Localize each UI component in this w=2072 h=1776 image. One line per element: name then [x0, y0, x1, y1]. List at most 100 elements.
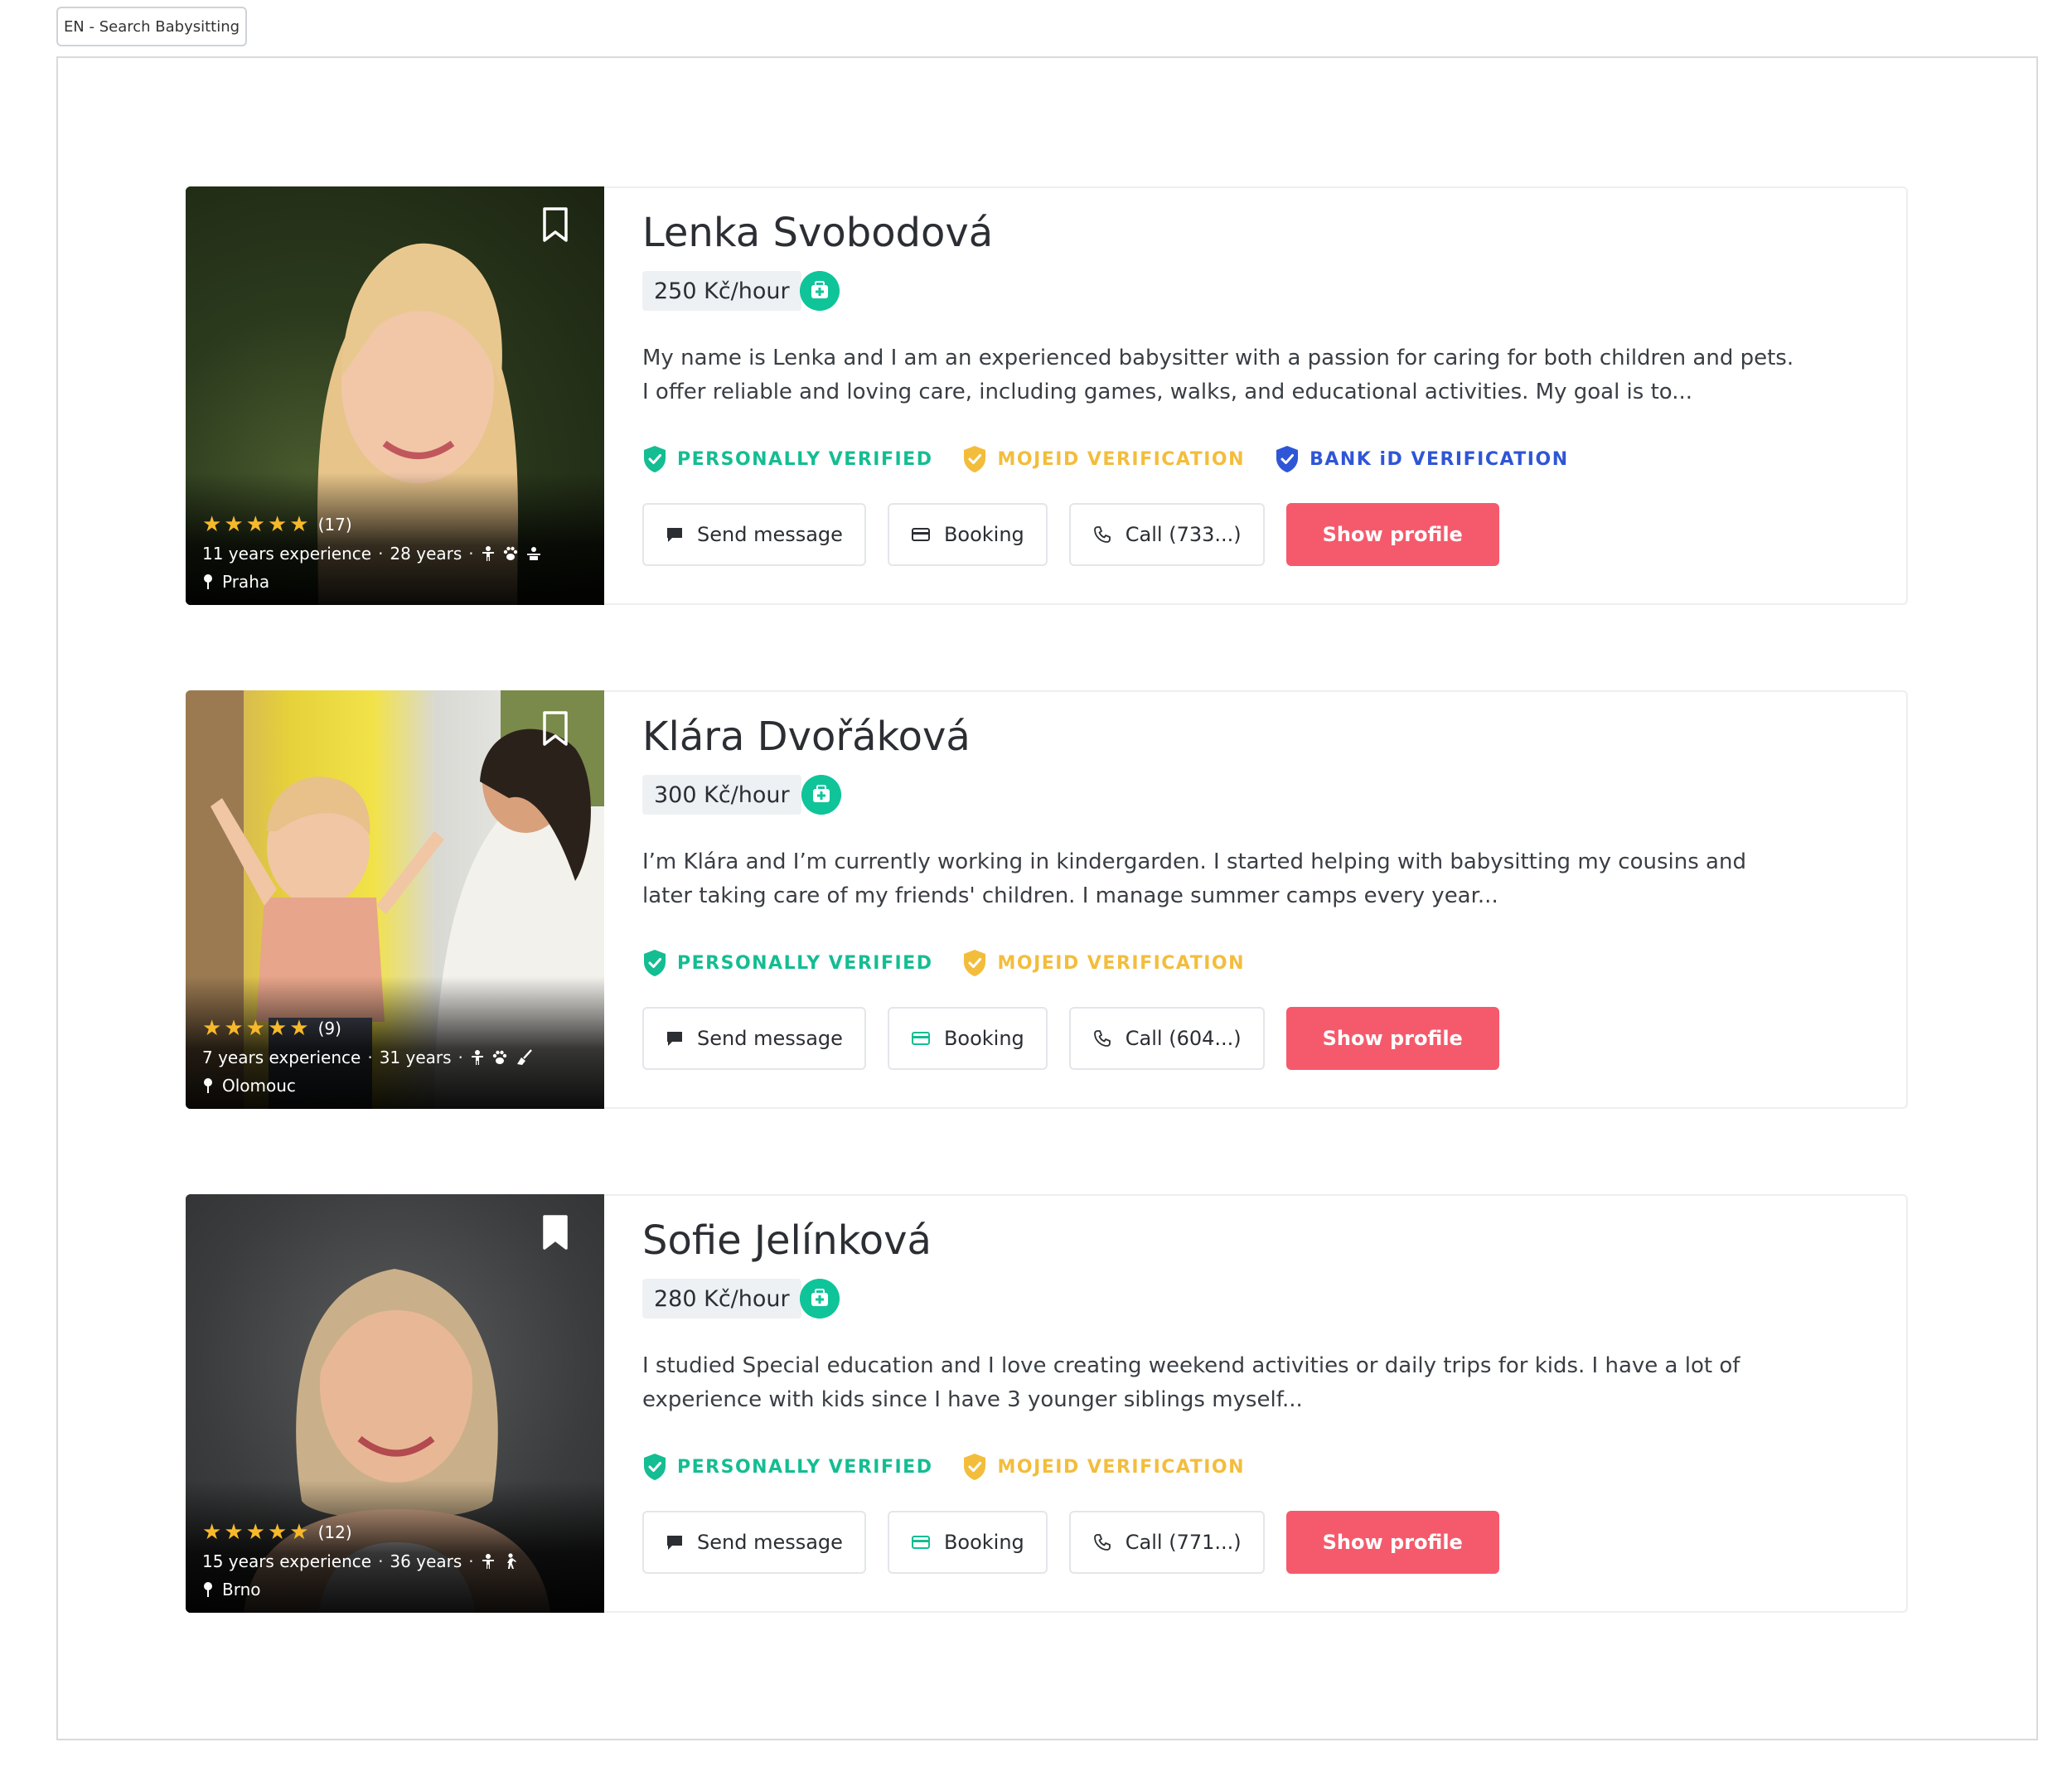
description: I studied Special education and I love c… [642, 1353, 1740, 1412]
star-icon: ★ [224, 1520, 244, 1545]
button-label: Send message [697, 523, 843, 546]
message-icon [667, 1536, 682, 1550]
price-tag: 250 Kč/hour [642, 271, 801, 311]
rating-count: (17) [317, 515, 352, 535]
call-button[interactable]: Call (771...) [1068, 1511, 1265, 1574]
card-icon [911, 1536, 930, 1549]
location-text: Brno [222, 1580, 261, 1599]
browser-tab[interactable]: EN - Search Babysitting [56, 7, 247, 46]
verification-badges: PERSONALLY VERIFIED MOJEID VERIFICATION [642, 1453, 1245, 1481]
location: Praha [202, 572, 269, 592]
child-icon [482, 1554, 494, 1569]
button-label: Send message [697, 1027, 843, 1050]
experience-row: 7 years experience · 31 years · [202, 1048, 533, 1067]
show-profile-button[interactable]: Show profile [1285, 1007, 1499, 1070]
description: My name is Lenka and I am an experienced… [642, 346, 1794, 404]
bookmark-icon[interactable] [541, 206, 569, 243]
bookmark-icon[interactable] [541, 710, 569, 747]
location: Brno [202, 1580, 261, 1599]
location-pin-icon [204, 574, 212, 589]
badge-bankid: BANK iD VERIFICATION [1275, 445, 1569, 473]
child-icon [482, 546, 494, 561]
first-aid-kit-icon [801, 775, 841, 815]
verification-badges: PERSONALLY VERIFIED MOJEID VERIFICATION … [642, 445, 1569, 473]
send-message-button[interactable]: Send message [642, 503, 866, 566]
babysitter-card: ★ ★ ★ ★ ★ (12) 15 years experience · 36 year… [186, 1194, 1908, 1613]
profile-photo[interactable]: ★ ★ ★ ★ ★ (17) 11 years experience · 28 year… [186, 186, 604, 605]
action-buttons: Send message Booking Call (733...) Show … [642, 503, 1499, 566]
experience-row: 11 years experience · 28 years · [202, 544, 542, 564]
babysitter-name[interactable]: Lenka Svobodová [642, 210, 993, 256]
action-buttons: Send message Booking Call (771...) Show … [642, 1511, 1499, 1574]
phone-icon [1093, 526, 1111, 543]
rating: ★ ★ ★ ★ ★ (12) [202, 1522, 352, 1543]
send-message-button[interactable]: Send message [642, 1511, 866, 1574]
badge-mojeid: MOJEID VERIFICATION [962, 1453, 1245, 1481]
button-label: Show profile [1322, 523, 1463, 546]
separator: · [457, 1048, 463, 1067]
babysitter-name[interactable]: Sofie Jelínková [642, 1217, 932, 1264]
bookmark-icon[interactable] [541, 1214, 569, 1251]
phone-icon [1093, 1534, 1111, 1551]
teacher-icon [526, 547, 540, 560]
badge-personally-verified: PERSONALLY VERIFIED [642, 949, 932, 977]
separator: · [367, 1048, 373, 1067]
cleaning-icon [516, 1049, 532, 1065]
star-icon: ★ [224, 512, 244, 537]
booking-button[interactable]: Booking [887, 1511, 1048, 1574]
walking-icon [506, 1553, 516, 1569]
rating: ★ ★ ★ ★ ★ (9) [202, 1018, 341, 1039]
experience-row: 15 years experience · 36 years · [202, 1551, 519, 1571]
badge-label: BANK iD VERIFICATION [1310, 448, 1569, 470]
separator: · [378, 1551, 384, 1571]
babysitter-name[interactable]: Klára Dvořáková [642, 714, 971, 760]
button-label: Booking [943, 1027, 1024, 1050]
shield-check-icon [964, 950, 986, 976]
profile-photo[interactable]: ★ ★ ★ ★ ★ (12) 15 years experience · 36 year… [186, 1194, 604, 1613]
star-icon: ★ [289, 1016, 309, 1041]
badge-personally-verified: PERSONALLY VERIFIED [642, 445, 932, 473]
badge-mojeid: MOJEID VERIFICATION [962, 949, 1245, 977]
button-label: Call (604...) [1125, 1027, 1242, 1050]
badge-label: MOJEID VERIFICATION [997, 952, 1246, 974]
star-icon: ★ [245, 1016, 265, 1041]
booking-button[interactable]: Booking [887, 503, 1048, 566]
badge-label: PERSONALLY VERIFIED [677, 952, 933, 974]
paw-icon [492, 1050, 507, 1064]
badge-label: MOJEID VERIFICATION [997, 1456, 1246, 1478]
call-button[interactable]: Call (604...) [1068, 1007, 1265, 1070]
separator: · [468, 544, 474, 564]
send-message-button[interactable]: Send message [642, 1007, 866, 1070]
child-icon [471, 1050, 483, 1065]
button-label: Show profile [1322, 1531, 1463, 1554]
button-label: Call (733...) [1125, 523, 1242, 546]
shield-check-icon [964, 446, 986, 472]
show-profile-button[interactable]: Show profile [1285, 1511, 1499, 1574]
booking-button[interactable]: Booking [887, 1007, 1048, 1070]
star-icon: ★ [202, 1016, 222, 1041]
location: Olomouc [202, 1076, 296, 1096]
action-buttons: Send message Booking Call (604...) Show … [642, 1007, 1499, 1070]
price-tag: 300 Kč/hour [642, 775, 801, 815]
star-icon: ★ [267, 512, 288, 537]
separator: · [378, 544, 384, 564]
shield-check-icon [644, 1454, 666, 1480]
message-icon [667, 1032, 682, 1046]
profile-photo[interactable]: ★ ★ ★ ★ ★ (9) 7 years experience · 31 years … [186, 690, 604, 1109]
first-aid-kit-icon [800, 1279, 840, 1319]
star-icon: ★ [267, 1520, 288, 1545]
first-aid-kit-icon [800, 271, 840, 311]
button-label: Show profile [1322, 1027, 1463, 1050]
experience: 11 years experience [202, 544, 372, 564]
babysitter-card: ★ ★ ★ ★ ★ (9) 7 years experience · 31 years … [186, 690, 1908, 1109]
call-button[interactable]: Call (733...) [1068, 503, 1265, 566]
button-label: Call (771...) [1125, 1531, 1242, 1554]
rating: ★ ★ ★ ★ ★ (17) [202, 514, 352, 535]
star-icon: ★ [202, 1520, 222, 1545]
show-profile-button[interactable]: Show profile [1285, 503, 1499, 566]
shield-check-icon [964, 1454, 986, 1480]
profile-info: Sofie Jelínková 280 Kč/hour I studied Sp… [604, 1194, 1908, 1613]
shield-check-icon [1276, 446, 1299, 472]
card-icon [911, 1032, 930, 1045]
experience: 7 years experience [202, 1048, 361, 1067]
